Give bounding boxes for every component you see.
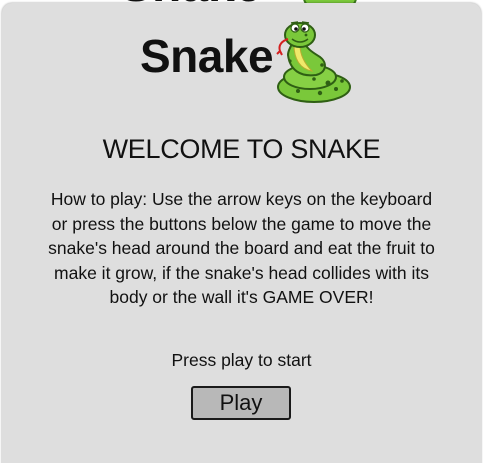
- start-prompt: Press play to start: [171, 350, 312, 370]
- instructions-text: How to play: Use the arrow keys on the k…: [48, 189, 435, 307]
- game-page: Snake Snake: [0, 0, 483, 463]
- welcome-modal: Snake WELCOME TO SNAKE How to play: Use …: [2, 3, 481, 463]
- snake-icon: [270, 15, 356, 110]
- play-button[interactable]: Play: [191, 386, 291, 420]
- welcome-heading: WELCOME TO SNAKE: [102, 134, 381, 164]
- logo-text: Snake: [140, 30, 274, 82]
